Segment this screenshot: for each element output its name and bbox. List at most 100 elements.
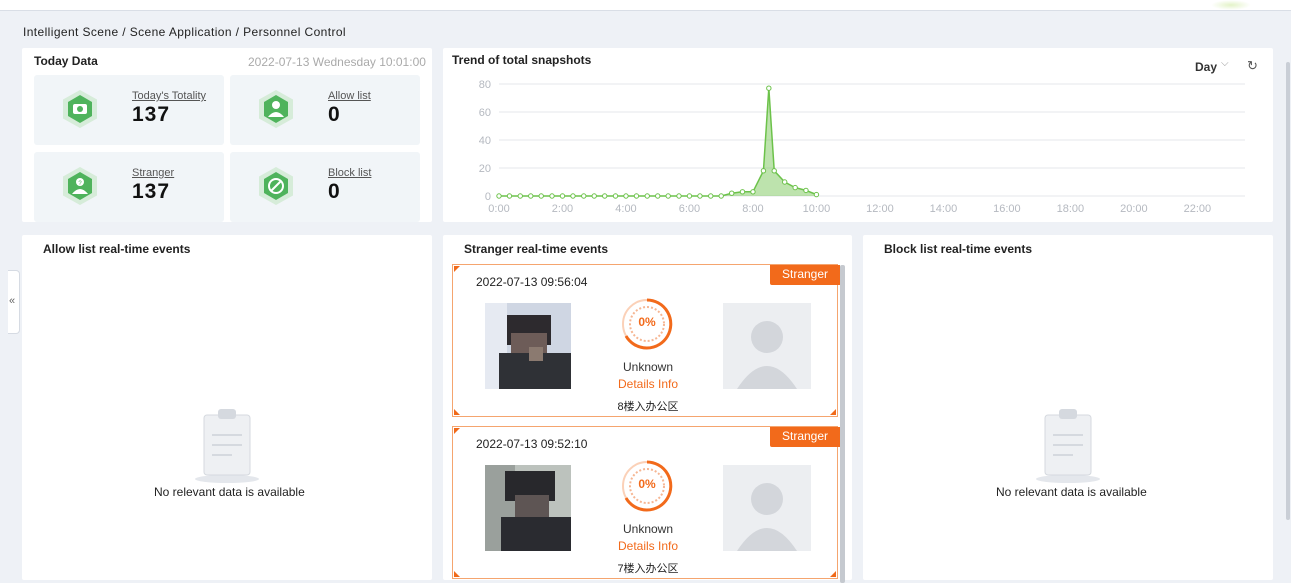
snapshot-photo[interactable] bbox=[485, 303, 571, 389]
details-link[interactable]: Details Info bbox=[603, 377, 693, 391]
x-tick-label: 18:00 bbox=[1057, 203, 1085, 215]
allow-events-panel: Allow list real-time events No relevant … bbox=[22, 235, 432, 580]
data-point bbox=[581, 193, 587, 199]
default-avatar bbox=[723, 303, 811, 389]
stat-value-stranger: 137 bbox=[132, 180, 171, 203]
y-tick-label: 60 bbox=[479, 107, 491, 119]
person-name: Unknown bbox=[622, 360, 674, 374]
block-events-panel: Block list real-time events No relevant … bbox=[863, 235, 1273, 580]
stat-label-stranger[interactable]: Stranger bbox=[132, 167, 174, 179]
stat-card-stranger: ? Stranger 137 bbox=[34, 152, 224, 222]
data-point bbox=[623, 193, 629, 199]
card-corner bbox=[454, 409, 460, 415]
stat-card-totality: Today's Totality 137 bbox=[34, 75, 224, 145]
stat-value-allow: 0 bbox=[328, 103, 341, 126]
x-tick-label: 6:00 bbox=[679, 203, 700, 215]
data-point bbox=[549, 193, 555, 199]
top-glow bbox=[1211, 0, 1251, 10]
data-point bbox=[496, 193, 502, 199]
event-time: 2022-07-13 09:56:04 bbox=[476, 275, 588, 289]
data-point bbox=[766, 85, 772, 91]
sidebar-collapse-button[interactable]: « bbox=[8, 270, 20, 334]
data-point bbox=[655, 193, 661, 199]
data-point bbox=[538, 193, 544, 199]
match-percent: 0% bbox=[638, 315, 656, 329]
x-tick-label: 0:00 bbox=[488, 203, 509, 215]
card-corner bbox=[830, 571, 836, 577]
event-card[interactable]: 2022-07-13 09:56:04 Stranger 0% Unknown … bbox=[452, 264, 840, 417]
stat-card-allow: Allow list 0 bbox=[230, 75, 420, 145]
x-tick-label: 22:00 bbox=[1184, 203, 1212, 215]
stranger-events-title: Stranger real-time events bbox=[464, 242, 609, 256]
card-corner bbox=[454, 266, 460, 272]
stat-label-block[interactable]: Block list bbox=[328, 167, 371, 179]
allow-empty-text: No relevant data is available bbox=[154, 485, 305, 499]
x-tick-label: 20:00 bbox=[1120, 203, 1148, 215]
camera-icon bbox=[63, 90, 97, 128]
data-point bbox=[771, 168, 777, 174]
data-point bbox=[591, 193, 597, 199]
x-tick-label: 10:00 bbox=[803, 203, 831, 215]
block-person-icon bbox=[259, 167, 293, 205]
current-datetime: 2022-07-13 Wednesday 10:01:00 bbox=[248, 55, 426, 69]
stat-label-totality[interactable]: Today's Totality bbox=[132, 90, 206, 102]
snapshot-photo[interactable] bbox=[485, 465, 571, 551]
stranger-events-panel: Stranger real-time events 2022-07-13 09:… bbox=[443, 235, 852, 583]
data-point bbox=[506, 193, 513, 199]
data-point bbox=[528, 193, 534, 199]
y-tick-label: 20 bbox=[479, 163, 491, 175]
events-scrollbar[interactable] bbox=[840, 265, 845, 583]
today-data-panel: Today Data 2022-07-13 Wednesday 10:01:00… bbox=[22, 48, 432, 222]
block-events-title: Block list real-time events bbox=[884, 242, 1033, 256]
card-corner bbox=[454, 571, 460, 577]
stranger-icon: ? bbox=[63, 167, 97, 205]
data-point bbox=[612, 193, 619, 199]
stat-card-block: Block list 0 bbox=[230, 152, 420, 222]
data-point bbox=[517, 193, 523, 199]
allow-person-icon bbox=[259, 90, 293, 128]
data-point bbox=[782, 179, 788, 185]
stat-label-allow[interactable]: Allow list bbox=[328, 90, 371, 102]
breadcrumb: Intelligent Scene / Scene Application / … bbox=[23, 25, 346, 39]
data-point bbox=[803, 187, 809, 194]
data-point bbox=[686, 193, 693, 199]
empty-clipboard-icon bbox=[195, 409, 259, 483]
trend-panel: Trend of total snapshots Day ⌵ ↻ 0 20 40 60… bbox=[443, 48, 1273, 222]
event-card[interactable]: 2022-07-13 09:52:10 Stranger 0% Unknown … bbox=[452, 426, 840, 579]
stat-value-totality: 137 bbox=[132, 103, 171, 126]
y-tick-label: 0 bbox=[485, 191, 491, 203]
data-point bbox=[728, 190, 735, 196]
stat-value-block: 0 bbox=[328, 180, 341, 203]
x-tick-label: 8:00 bbox=[742, 203, 763, 215]
data-point bbox=[676, 193, 682, 199]
data-point bbox=[697, 193, 703, 199]
data-point bbox=[570, 193, 576, 199]
data-point bbox=[792, 184, 798, 191]
block-empty-text: No relevant data is available bbox=[996, 485, 1147, 499]
stranger-badge: Stranger bbox=[770, 265, 840, 285]
card-corner bbox=[454, 428, 460, 434]
match-percent: 0% bbox=[638, 477, 656, 491]
empty-clipboard-icon bbox=[1036, 409, 1100, 483]
top-bar bbox=[0, 0, 1291, 11]
details-link[interactable]: Details Info bbox=[603, 539, 693, 553]
data-point bbox=[602, 193, 608, 199]
data-point bbox=[665, 193, 671, 199]
data-point bbox=[633, 193, 640, 199]
data-point bbox=[708, 193, 714, 199]
data-point bbox=[739, 189, 746, 195]
data-point bbox=[813, 191, 820, 198]
x-tick-label: 16:00 bbox=[993, 203, 1021, 215]
page-scrollbar[interactable] bbox=[1286, 62, 1290, 520]
data-point bbox=[718, 193, 724, 199]
x-tick-label: 2:00 bbox=[552, 203, 573, 215]
x-tick-label: 4:00 bbox=[615, 203, 636, 215]
event-location: 8楼入办公区 bbox=[617, 401, 679, 413]
card-corner bbox=[830, 409, 836, 415]
y-tick-label: 40 bbox=[479, 135, 491, 147]
series-area bbox=[499, 88, 817, 196]
x-tick-label: 12:00 bbox=[866, 203, 894, 215]
collapse-icon: « bbox=[9, 295, 16, 307]
today-data-title: Today Data bbox=[34, 54, 98, 68]
data-point bbox=[750, 189, 756, 195]
